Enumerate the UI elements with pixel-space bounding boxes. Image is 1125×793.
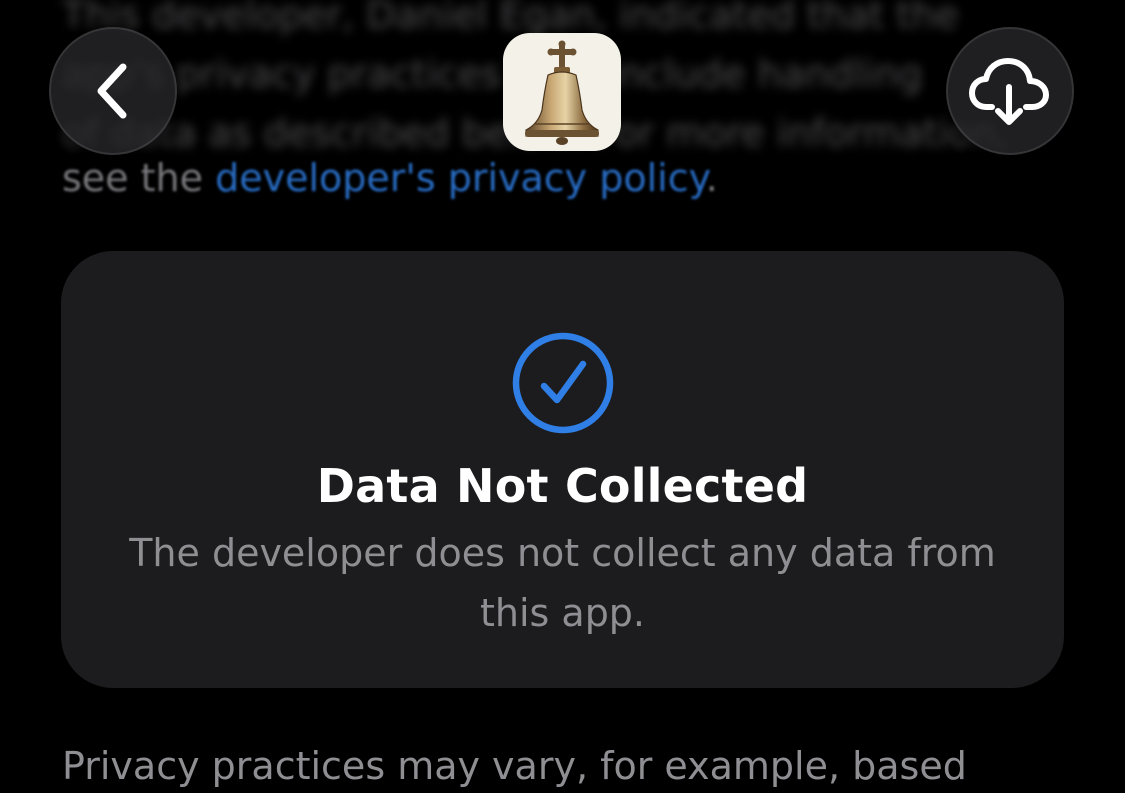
back-button[interactable] [49,27,177,155]
privacy-policy-suffix: . [705,156,718,200]
developer-privacy-policy-link[interactable]: developer's privacy policy [215,156,706,200]
bell-app-icon [503,33,621,151]
card-title: Data Not Collected [316,459,809,513]
card-description: The developer does not collect any data … [129,531,996,635]
data-not-collected-card: Data Not Collected The developer does no… [61,251,1064,688]
checkmark-circle-icon [511,331,615,435]
privacy-disclaimer-text: Privacy practices may vary, for example,… [62,744,967,788]
privacy-policy-prefix: see the [62,156,216,200]
privacy-policy-line: see the developer's privacy policy. [62,149,718,208]
app-privacy-screen: This developer, Daniel Egan, indicated t… [0,0,1125,793]
download-button[interactable] [946,27,1074,155]
chevron-left-icon [97,63,127,119]
cloud-download-icon [969,58,1049,125]
